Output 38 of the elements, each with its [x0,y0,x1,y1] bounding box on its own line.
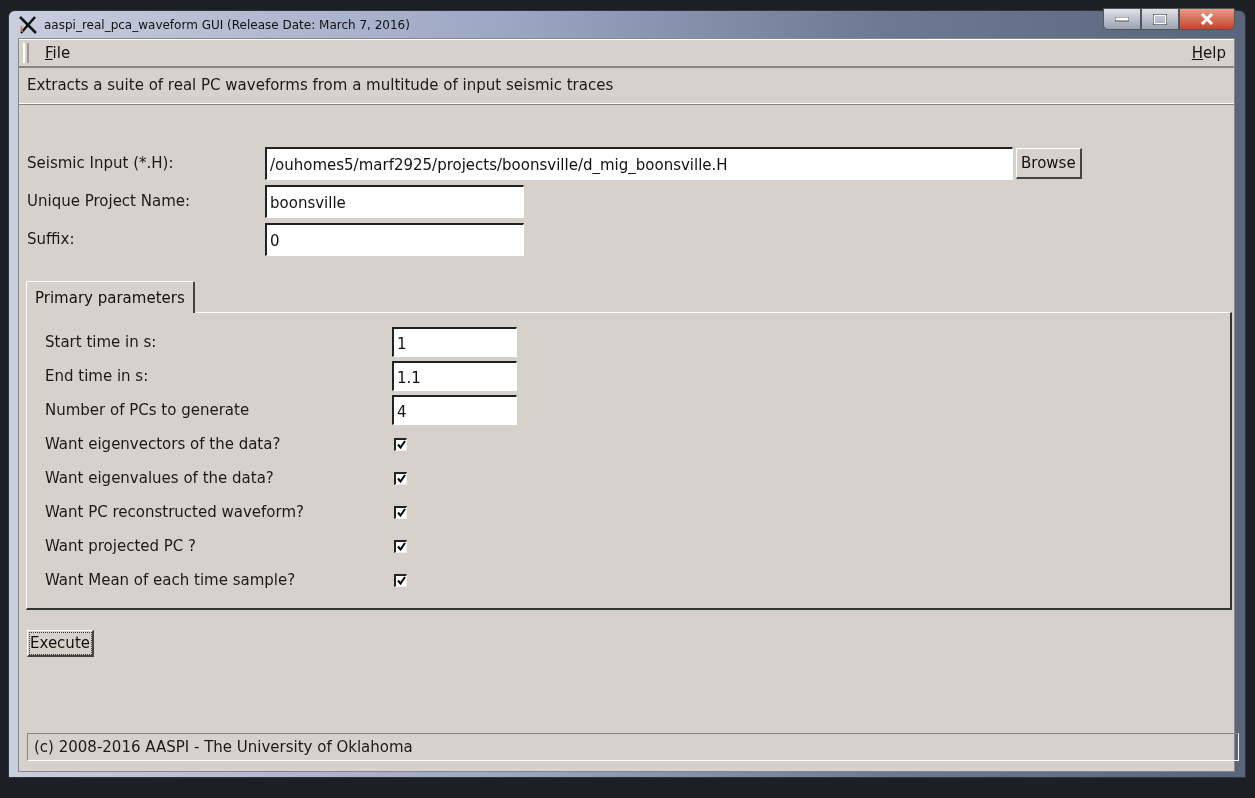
checkbox[interactable] [394,437,407,451]
input-field[interactable]: 4 [392,395,517,425]
input-field[interactable]: /ouhomes5/marf2925/projects/boonsville/d_mig_boonsville.H [265,146,1013,180]
field-label: Unique Project Name: [27,192,192,210]
tab[interactable]: Primary parameters [26,281,195,313]
input-field[interactable]: boonsville [265,184,524,218]
parameter-label: Start time in s: [45,333,158,351]
checkbox[interactable] [394,471,407,485]
parameter-label: End time in s: [45,367,150,385]
parameter-label: Want Mean of each time sample? [45,571,297,589]
maximize-button[interactable] [1141,8,1179,30]
x-logo-icon [18,15,38,34]
field-label: Suffix: [27,230,76,248]
input-field[interactable]: 1 [392,327,517,357]
window-title: aaspi_real_pca_waveform GUI (Release Date: March 7, 2016) [44,17,410,32]
parameter-label: Want projected PC ? [45,537,198,555]
browse-button[interactable]: Browse [1016,147,1082,179]
menu-item[interactable]: File [41,44,75,62]
input-field[interactable]: 1.1 [392,361,517,391]
menu-grip-icon [23,43,29,63]
minimize-icon [1115,16,1129,22]
field-label: Seismic Input (*.H): [27,154,175,172]
status-bar: (c) 2008-2016 AASPI - The University of Oklahoma [27,733,1239,761]
parameter-label: Want eigenvalues of the data? [45,469,275,487]
close-button[interactable] [1179,8,1235,30]
description-text: Extracts a suite of real PC waveforms from a multitude of input seismic traces [19,68,1234,104]
parameter-label: Want PC reconstructed waveform? [45,503,306,521]
checkbox[interactable] [394,505,407,519]
input-field[interactable]: 0 [265,222,524,256]
checkbox[interactable] [394,573,407,587]
minimize-button[interactable] [1103,8,1141,30]
maximize-icon [1153,13,1167,25]
parameter-label: Number of PCs to generate [45,401,251,419]
checkbox[interactable] [394,539,407,553]
close-icon [1200,13,1214,25]
execute-button[interactable]: Execute [27,630,94,657]
menu-item[interactable]: Help [1187,44,1230,62]
parameter-label: Want eigenvectors of the data? [45,435,282,453]
